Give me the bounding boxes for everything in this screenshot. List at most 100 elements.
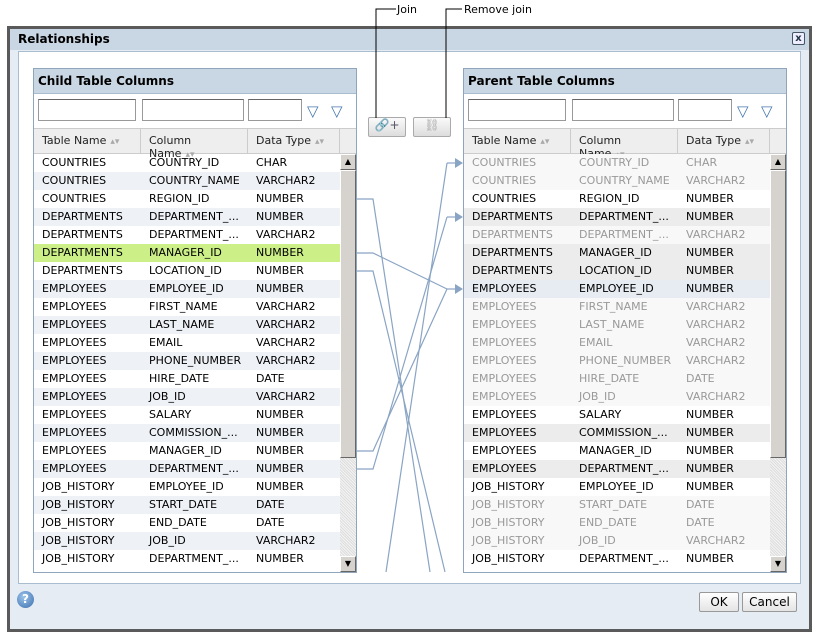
- table-row[interactable]: EMPLOYEES MANAGER_ID NUMBER: [34, 442, 340, 460]
- cell: JOB_HISTORY: [472, 480, 545, 493]
- table-row[interactable]: DEPARTMENTS MANAGER_ID NUMBER: [464, 244, 770, 262]
- filter-input-1[interactable]: [572, 99, 674, 121]
- column-header[interactable]: Table Name ▴▾: [464, 129, 571, 153]
- column-header[interactable]: Data Type ▴▾: [248, 129, 340, 153]
- cell: DEPARTMENT_...: [579, 462, 669, 475]
- table-row[interactable]: EMPLOYEES JOB_ID VARCHAR2: [34, 388, 340, 406]
- cell: NUMBER: [686, 444, 734, 457]
- column-header[interactable]: Column Name▴▾: [141, 129, 248, 160]
- table-row[interactable]: EMPLOYEES EMAIL VARCHAR2: [464, 334, 770, 352]
- table-row[interactable]: EMPLOYEES COMMISSION_... NUMBER: [464, 424, 770, 442]
- cell: NUMBER: [686, 426, 734, 439]
- filter-icon[interactable]: ▽: [737, 102, 749, 120]
- join-button[interactable]: 🔗+: [368, 117, 406, 137]
- cell: VARCHAR2: [686, 354, 746, 367]
- clear-filter-icon[interactable]: ▽: [331, 102, 343, 120]
- cell: VARCHAR2: [686, 534, 746, 547]
- table-row[interactable]: JOB_HISTORY JOB_ID VARCHAR2: [34, 532, 340, 550]
- cell: EMPLOYEES: [42, 408, 107, 421]
- table-row[interactable]: EMPLOYEES LAST_NAME VARCHAR2: [464, 316, 770, 334]
- table-row[interactable]: EMPLOYEES JOB_ID VARCHAR2: [464, 388, 770, 406]
- cell: VARCHAR2: [686, 390, 746, 403]
- column-header[interactable]: Data Type ▴▾: [678, 129, 770, 153]
- table-row[interactable]: EMPLOYEES LAST_NAME VARCHAR2: [34, 316, 340, 334]
- table-row[interactable]: COUNTRIES REGION_ID NUMBER: [34, 190, 340, 208]
- table-row[interactable]: EMPLOYEES EMPLOYEE_ID NUMBER: [34, 280, 340, 298]
- cell: NUMBER: [256, 282, 304, 295]
- table-row[interactable]: EMPLOYEES EMPLOYEE_ID NUMBER: [464, 280, 770, 298]
- table-row[interactable]: EMPLOYEES PHONE_NUMBER VARCHAR2: [464, 352, 770, 370]
- cell: REGION_ID: [149, 192, 210, 205]
- scrollbar[interactable]: ▲ ▼: [770, 154, 786, 572]
- cell: JOB_ID: [579, 390, 616, 403]
- table-row[interactable]: JOB_HISTORY START_DATE DATE: [464, 496, 770, 514]
- table-row[interactable]: DEPARTMENTS DEPARTMENT_... NUMBER: [464, 208, 770, 226]
- cell: DEPARTMENTS: [472, 264, 553, 277]
- cell: NUMBER: [256, 264, 304, 277]
- filter-icon[interactable]: ▽: [307, 102, 319, 120]
- cell: EMPLOYEES: [472, 426, 537, 439]
- filter-input-2[interactable]: [678, 99, 732, 121]
- cancel-button[interactable]: Cancel: [742, 592, 797, 612]
- column-header[interactable]: Table Name ▴▾: [34, 129, 141, 153]
- filter-input-0[interactable]: [38, 99, 136, 121]
- cell: DATE: [686, 498, 715, 511]
- sort-icon: ▴▾: [315, 137, 325, 147]
- cell: NUMBER: [686, 264, 734, 277]
- table-row[interactable]: COUNTRIES COUNTRY_ID CHAR: [464, 154, 770, 172]
- close-icon[interactable]: x: [792, 32, 805, 45]
- scroll-up-icon[interactable]: ▲: [770, 154, 786, 170]
- cell: DEPARTMENTS: [42, 264, 123, 277]
- table-row[interactable]: EMPLOYEES DEPARTMENT_... NUMBER: [464, 460, 770, 478]
- table-row[interactable]: JOB_HISTORY START_DATE DATE: [34, 496, 340, 514]
- table-row[interactable]: JOB_HISTORY EMPLOYEE_ID NUMBER: [464, 478, 770, 496]
- table-row[interactable]: COUNTRIES COUNTRY_NAME VARCHAR2: [34, 172, 340, 190]
- filter-input-2[interactable]: [248, 99, 302, 121]
- table-row[interactable]: DEPARTMENTS DEPARTMENT_... NUMBER: [34, 208, 340, 226]
- table-row[interactable]: DEPARTMENTS LOCATION_ID NUMBER: [464, 262, 770, 280]
- table-row[interactable]: EMPLOYEES SALARY NUMBER: [464, 406, 770, 424]
- table-row[interactable]: EMPLOYEES PHONE_NUMBER VARCHAR2: [34, 352, 340, 370]
- table-row[interactable]: DEPARTMENTS LOCATION_ID NUMBER: [34, 262, 340, 280]
- table-row[interactable]: JOB_HISTORY JOB_ID VARCHAR2: [464, 532, 770, 550]
- cell: JOB_HISTORY: [42, 552, 115, 565]
- table-row[interactable]: EMPLOYEES FIRST_NAME VARCHAR2: [34, 298, 340, 316]
- scroll-down-icon[interactable]: ▼: [770, 556, 786, 572]
- table-row[interactable]: JOB_HISTORY DEPARTMENT_... NUMBER: [34, 550, 340, 568]
- cell: FIRST_NAME: [149, 300, 218, 313]
- cell: VARCHAR2: [686, 174, 746, 187]
- cell: NUMBER: [686, 462, 734, 475]
- table-row[interactable]: COUNTRIES REGION_ID NUMBER: [464, 190, 770, 208]
- table-row[interactable]: EMPLOYEES FIRST_NAME VARCHAR2: [464, 298, 770, 316]
- table-row[interactable]: DEPARTMENTS MANAGER_ID NUMBER: [34, 244, 340, 262]
- table-row[interactable]: EMPLOYEES MANAGER_ID NUMBER: [464, 442, 770, 460]
- table-row[interactable]: DEPARTMENTS DEPARTMENT_... VARCHAR2: [464, 226, 770, 244]
- cell: NUMBER: [256, 246, 304, 259]
- table-row[interactable]: EMPLOYEES HIRE_DATE DATE: [34, 370, 340, 388]
- ok-button[interactable]: OK: [699, 592, 739, 612]
- filter-input-1[interactable]: [142, 99, 244, 121]
- table-row[interactable]: JOB_HISTORY END_DATE DATE: [34, 514, 340, 532]
- cell: VARCHAR2: [256, 390, 316, 403]
- table-row[interactable]: COUNTRIES COUNTRY_ID CHAR: [34, 154, 340, 172]
- remove-join-button[interactable]: ⛓: [413, 117, 451, 137]
- table-row[interactable]: JOB_HISTORY END_DATE DATE: [464, 514, 770, 532]
- cell: EMAIL: [149, 336, 183, 349]
- cell: VARCHAR2: [686, 228, 746, 241]
- table-row[interactable]: EMPLOYEES SALARY NUMBER: [34, 406, 340, 424]
- table-row[interactable]: COUNTRIES COUNTRY_NAME VARCHAR2: [464, 172, 770, 190]
- filter-input-0[interactable]: [468, 99, 566, 121]
- help-icon[interactable]: ?: [17, 591, 34, 608]
- column-header[interactable]: Column Name▴▾: [571, 129, 678, 160]
- table-row[interactable]: EMPLOYEES HIRE_DATE DATE: [464, 370, 770, 388]
- clear-filter-icon[interactable]: ▽: [761, 102, 773, 120]
- cell: PHONE_NUMBER: [149, 354, 242, 367]
- table-row[interactable]: EMPLOYEES DEPARTMENT_... NUMBER: [34, 460, 340, 478]
- table-row[interactable]: DEPARTMENTS DEPARTMENT_... VARCHAR2: [34, 226, 340, 244]
- cell: END_DATE: [149, 516, 207, 529]
- table-row[interactable]: EMPLOYEES COMMISSION_... NUMBER: [34, 424, 340, 442]
- table-row[interactable]: JOB_HISTORY EMPLOYEE_ID NUMBER: [34, 478, 340, 496]
- table-row[interactable]: EMPLOYEES EMAIL VARCHAR2: [34, 334, 340, 352]
- scroll-thumb[interactable]: [770, 170, 786, 458]
- table-row[interactable]: JOB_HISTORY DEPARTMENT_... NUMBER: [464, 550, 770, 568]
